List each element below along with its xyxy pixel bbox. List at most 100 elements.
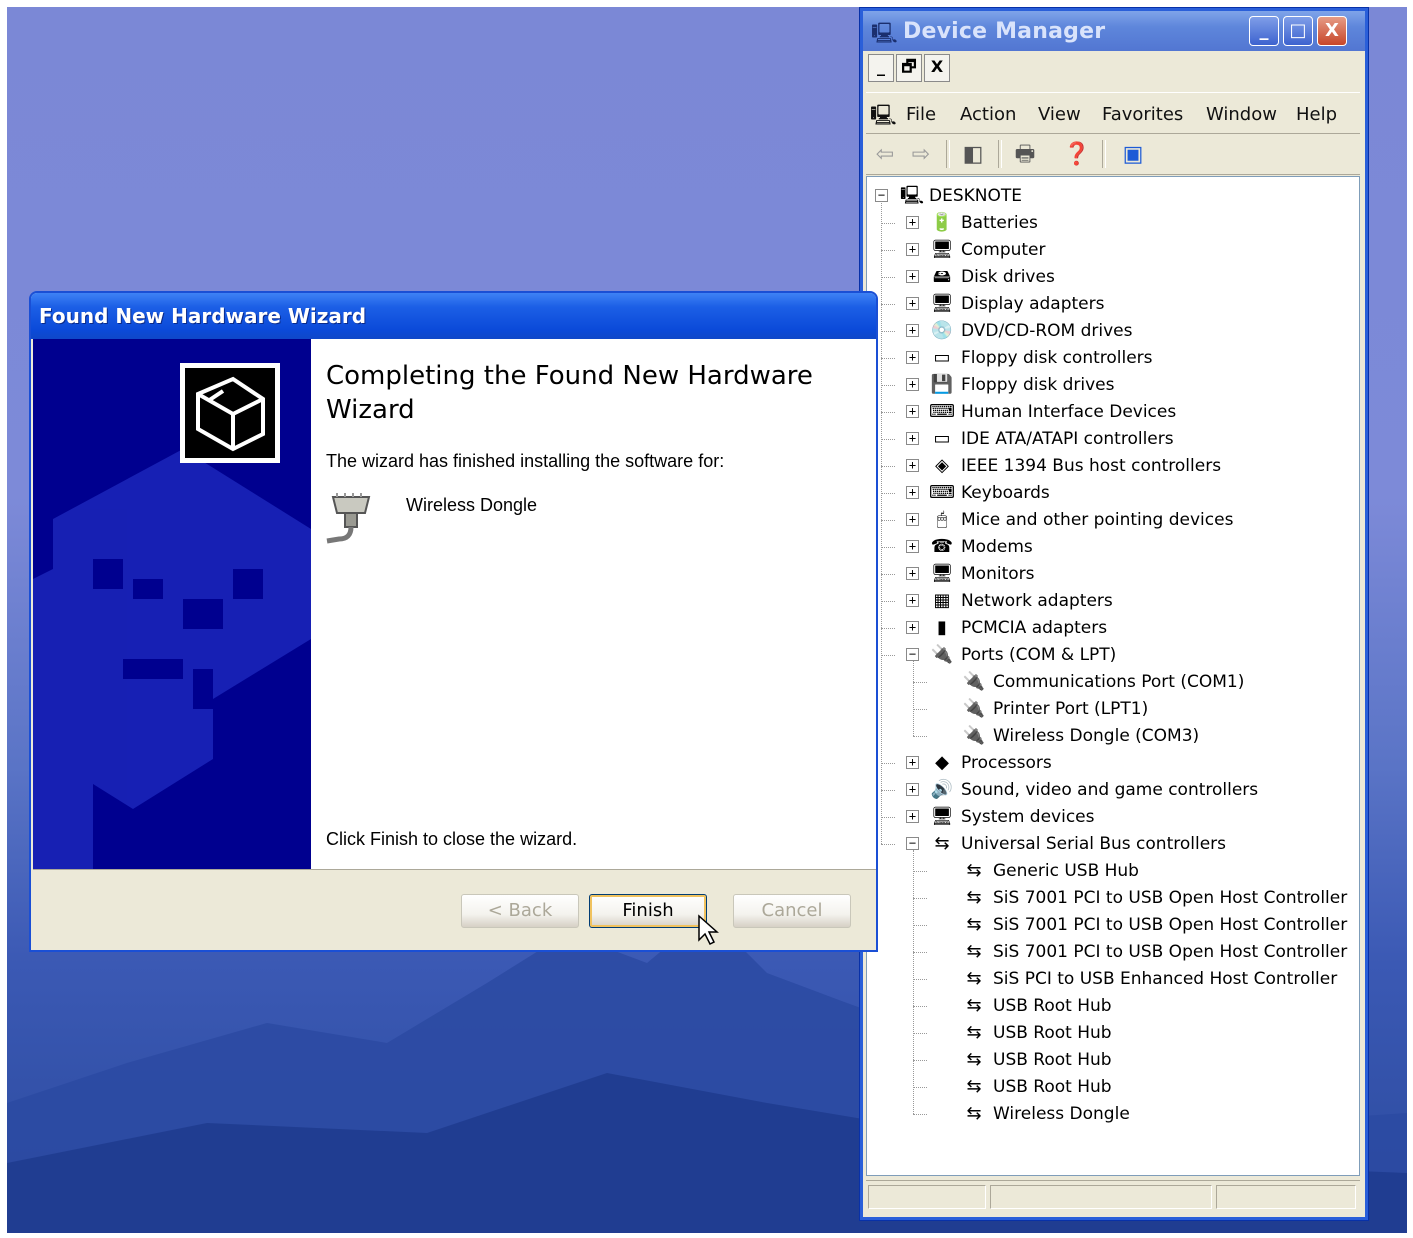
port-icon: 🔌 [930, 644, 954, 665]
finish-button[interactable]: Finish [589, 894, 707, 928]
collapse-toggle-icon[interactable]: − [875, 189, 888, 202]
tree-guide-line [881, 655, 895, 656]
close-button[interactable]: X [1317, 16, 1347, 46]
print-icon[interactable]: 🖶 [1008, 140, 1042, 168]
tree-guide-line [913, 952, 927, 953]
menu-help[interactable]: Help [1296, 104, 1337, 125]
tree-guide-line [881, 203, 882, 844]
expand-toggle-icon[interactable]: + [906, 216, 919, 229]
expand-toggle-icon[interactable]: + [906, 432, 919, 445]
menu-favorites[interactable]: Favorites [1102, 104, 1183, 125]
expand-toggle-icon[interactable]: + [906, 270, 919, 283]
usb-icon: ⇆ [966, 887, 982, 908]
usb-icon: ⇆ [966, 1049, 982, 1070]
battery-icon: 🔋 [930, 212, 954, 233]
tree-guide-line [913, 682, 927, 683]
tree-category-label: Floppy disk controllers [961, 348, 1153, 368]
expand-toggle-icon[interactable]: + [906, 486, 919, 499]
tree-guide-line [881, 223, 895, 224]
device-manager-titlebar[interactable]: 🖳 Device Manager _ □ X [863, 11, 1365, 51]
document-menu-icon[interactable]: 🖳 [870, 101, 897, 135]
collapse-toggle-icon[interactable]: − [906, 837, 919, 850]
mdi-close-button[interactable]: X [924, 54, 950, 82]
system-devices-icon: 🖥 [930, 806, 954, 827]
minimize-button[interactable]: _ [1249, 16, 1279, 46]
expand-toggle-icon[interactable]: + [906, 567, 919, 580]
installed-device-name: Wireless Dongle [406, 495, 538, 515]
tree-device-label: Generic USB Hub [993, 861, 1139, 881]
tree-guide-line [913, 850, 914, 1114]
expand-toggle-icon[interactable]: + [906, 513, 919, 526]
tree-guide-line [913, 871, 927, 872]
tree-guide-line [913, 979, 927, 980]
menu-file[interactable]: File [906, 104, 936, 125]
tree-guide-line [913, 1006, 927, 1007]
processor-icon: ◆ [935, 752, 949, 773]
expand-toggle-icon[interactable]: + [906, 594, 919, 607]
tree-category-label: Keyboards [961, 483, 1050, 503]
expand-toggle-icon[interactable]: + [906, 756, 919, 769]
wizard-intro-text: The wizard has finished installing the s… [326, 451, 725, 471]
menu-window[interactable]: Window [1206, 104, 1277, 125]
tree-guide-line [881, 466, 895, 467]
tree-device-label: SiS 7001 PCI to USB Open Host Controller [993, 915, 1348, 935]
tree-guide-line [881, 277, 895, 278]
tree-device-label: USB Root Hub [993, 1050, 1112, 1070]
expand-toggle-icon[interactable]: + [906, 540, 919, 553]
expand-toggle-icon[interactable]: + [906, 324, 919, 337]
tree-category-label: System devices [961, 807, 1095, 827]
expand-toggle-icon[interactable]: + [906, 243, 919, 256]
cancel-button[interactable]: Cancel [733, 894, 851, 928]
collapse-toggle-icon[interactable]: − [906, 648, 919, 661]
tree-guide-line [913, 1060, 927, 1061]
properties-help-icon[interactable]: ❓ [1060, 140, 1094, 168]
expand-toggle-icon[interactable]: + [906, 810, 919, 823]
serial-port-icon [325, 489, 375, 549]
tree-guide-line [881, 358, 895, 359]
forward-arrow-icon[interactable]: ⇨ [904, 140, 938, 168]
expand-toggle-icon[interactable]: + [906, 297, 919, 310]
toolbar-separator [998, 140, 1002, 168]
tree-category-label: IDE ATA/ATAPI controllers [961, 429, 1174, 449]
tree-guide-line [881, 412, 895, 413]
mdi-minimize-button[interactable]: _ [868, 54, 894, 82]
toolbar-separator [1102, 140, 1106, 168]
menu-action[interactable]: Action [960, 104, 1016, 125]
expand-toggle-icon[interactable]: + [906, 459, 919, 472]
expand-toggle-icon[interactable]: + [906, 351, 919, 364]
device-manager-app-icon: 🖳 [871, 23, 898, 45]
desktop-background: 🖳 Device Manager _ □ X _ 🗗 X 🖳 File Action… [7, 7, 1407, 1233]
mdi-restore-button[interactable]: 🗗 [896, 54, 922, 82]
tree-device-label: Printer Port (LPT1) [993, 699, 1149, 719]
status-pane [868, 1185, 986, 1209]
tree-device-label: USB Root Hub [993, 996, 1112, 1016]
expand-toggle-icon[interactable]: + [906, 405, 919, 418]
status-bar [866, 1180, 1360, 1213]
toolbar: ⇦ ⇨ ◧ 🖶 ❓ ▣ [866, 134, 1360, 175]
maximize-button[interactable]: □ [1283, 16, 1313, 46]
keyboard-icon: ⌨ [929, 482, 955, 503]
show-hide-tree-icon[interactable]: ◧ [956, 140, 990, 168]
port-icon: 🔌 [962, 671, 986, 692]
ide-controller-icon: ▭ [933, 428, 951, 449]
port-icon: 🔌 [962, 698, 986, 719]
tree-guide-line [881, 790, 895, 791]
expand-toggle-icon[interactable]: + [906, 378, 919, 391]
menu-view[interactable]: View [1038, 104, 1081, 125]
wizard-titlebar[interactable]: Found New Hardware Wizard [31, 293, 876, 339]
tree-category-label: Network adapters [961, 591, 1113, 611]
wizard-side-banner [33, 339, 311, 869]
device-tree[interactable]: − 🖳 DESKNOTE + 🔋 Batteries + 🖥 Computer + 🖴 Disk dr… [866, 176, 1360, 1176]
back-button[interactable]: < Back [461, 894, 579, 928]
tree-guide-line [881, 493, 895, 494]
tree-root-label: DESKNOTE [929, 186, 1022, 206]
tree-guide-line [881, 601, 895, 602]
tree-guide-line [913, 1087, 927, 1088]
expand-toggle-icon[interactable]: + [906, 621, 919, 634]
usb-icon: ⇆ [966, 1103, 982, 1124]
expand-toggle-icon[interactable]: + [906, 783, 919, 796]
tree-guide-line [913, 925, 927, 926]
back-arrow-icon[interactable]: ⇦ [868, 140, 902, 168]
scan-hardware-icon[interactable]: ▣ [1116, 140, 1150, 168]
tree-category-label: Batteries [961, 213, 1038, 233]
